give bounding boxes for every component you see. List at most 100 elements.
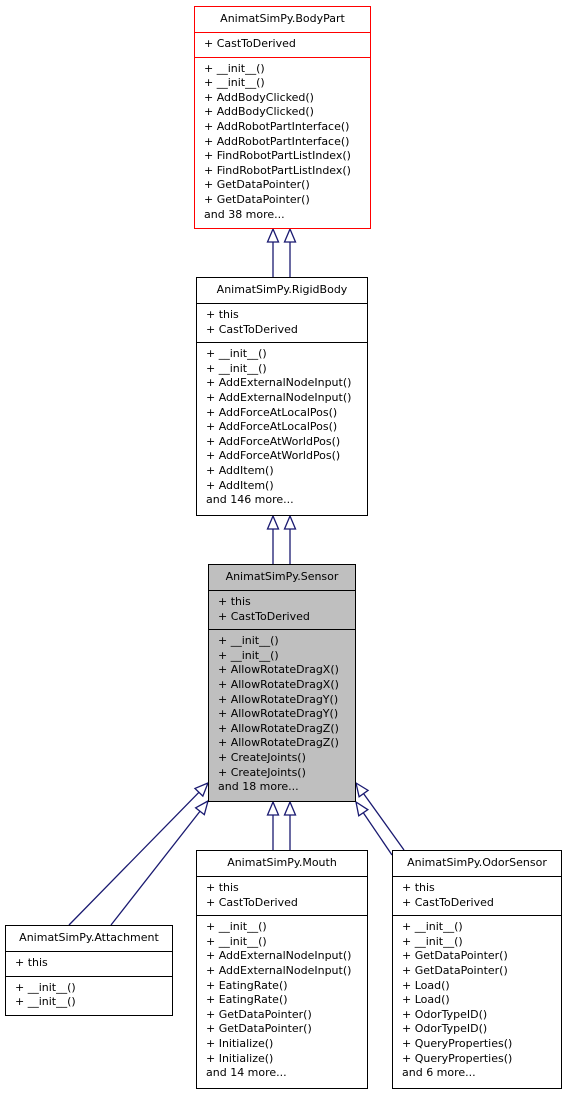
class-node-attachment[interactable]: AnimatSimPy.Attachment + this + __init__… <box>5 925 173 1016</box>
class-methods: + __init__() + __init__() + GetDataPointer… <box>393 915 561 1086</box>
class-member: + CreateJoints() <box>218 765 306 779</box>
class-attributes: + this + CastToDerived <box>209 590 355 629</box>
class-member: + AddItem() <box>206 478 274 492</box>
class-member: + __init__() <box>15 980 76 994</box>
class-member: + AddExternalNodeInput() <box>206 390 352 404</box>
class-member: + AllowRotateDragY() <box>218 707 339 721</box>
class-member: + GetDataPointer() <box>204 192 310 206</box>
class-member: + GetDataPointer() <box>206 1007 312 1021</box>
class-name: AnimatSimPy.Mouth <box>227 856 337 869</box>
class-attributes: + this + CastToDerived <box>197 303 367 342</box>
class-member: + AddRobotPartInterface() <box>204 134 350 148</box>
hollow-arrowhead-icon <box>355 800 370 817</box>
more-members-link[interactable]: and 18 more... <box>218 780 351 795</box>
class-member: + CastToDerived <box>218 609 310 623</box>
class-attributes: + this + CastToDerived <box>393 876 561 915</box>
more-members-link[interactable]: and 6 more... <box>402 1066 557 1081</box>
class-member: + GetDataPointer() <box>206 1022 312 1036</box>
hollow-arrowhead-icon <box>266 800 280 816</box>
class-member: + __init__() <box>206 934 267 948</box>
class-member: + Load() <box>402 978 450 992</box>
class-member: + __init__() <box>218 634 279 648</box>
class-member: + AddExternalNodeInput() <box>206 376 352 390</box>
class-name: AnimatSimPy.Attachment <box>19 931 159 944</box>
class-node-sensor[interactable]: AnimatSimPy.Sensor + this + CastToDerived… <box>208 564 356 802</box>
class-member: + QueryProperties() <box>402 1036 513 1050</box>
class-member: + __init__() <box>15 995 76 1009</box>
inheritance-edge-rigidbody-to-bodypart <box>283 227 297 277</box>
class-member: + EatingRate() <box>206 978 288 992</box>
class-member: + this <box>402 881 435 894</box>
class-member: + __init__() <box>206 347 267 361</box>
class-member: + AddExternalNodeInput() <box>206 963 352 977</box>
class-member: + __init__() <box>402 920 463 934</box>
inheritance-edge-sensor-to-rigidbody <box>283 514 297 564</box>
class-member: + AllowRotateDragZ() <box>218 721 339 735</box>
class-methods: + __init__() + __init__() + AddExternalNod… <box>197 342 367 513</box>
hollow-arrowhead-icon <box>266 514 280 530</box>
hollow-arrowhead-icon <box>355 781 370 798</box>
more-members-link[interactable]: and 146 more... <box>206 493 363 508</box>
class-methods: + __init__() + __init__() + AddBodyClicked… <box>195 56 370 228</box>
class-member: + CastToDerived <box>204 37 296 50</box>
class-node-bodypart[interactable]: AnimatSimPy.BodyPart + CastToDerived + _… <box>194 6 371 229</box>
class-node-rigidbody[interactable]: AnimatSimPy.RigidBody + this + CastToDeri… <box>196 277 368 516</box>
class-member: + GetDataPointer() <box>402 963 508 977</box>
edge-line <box>362 812 393 856</box>
inheritance-edge-mouth-to-sensor <box>283 800 297 850</box>
class-member: + __init__() <box>206 920 267 934</box>
class-member: + AddBodyClicked() <box>204 90 314 104</box>
class-member: + AddRobotPartInterface() <box>204 119 350 133</box>
class-member: + AllowRotateDragX() <box>218 677 339 691</box>
class-attributes: + CastToDerived <box>195 32 370 57</box>
class-member: + __init__() <box>204 61 265 75</box>
class-attributes: + this <box>6 951 172 976</box>
class-member: + GetDataPointer() <box>204 178 310 192</box>
hollow-arrowhead-icon <box>283 514 297 530</box>
class-member: + this <box>15 956 48 969</box>
class-member: + __init__() <box>204 76 265 90</box>
class-member: + AllowRotateDragZ() <box>218 736 339 750</box>
class-member: + GetDataPointer() <box>402 949 508 963</box>
class-node-odorsensor[interactable]: AnimatSimPy.OdorSensor + this + CastToDer… <box>392 850 562 1089</box>
more-members-link[interactable]: and 38 more... <box>204 208 366 223</box>
hollow-arrowhead-icon <box>283 227 297 243</box>
class-methods: + __init__() + __init__() + AllowRotateDra… <box>209 629 355 800</box>
class-name: AnimatSimPy.BodyPart <box>220 12 345 25</box>
class-methods: + __init__() + __init__() + AddExternalNod… <box>197 915 367 1086</box>
class-member: + Initialize() <box>206 1036 274 1050</box>
class-member: + QueryProperties() <box>402 1051 513 1065</box>
class-member: + this <box>218 595 251 608</box>
class-member: + __init__() <box>206 361 267 375</box>
hollow-arrowhead-icon <box>194 799 210 816</box>
class-member: + Initialize() <box>206 1051 274 1065</box>
class-member: + AddForceAtLocalPos() <box>206 405 338 419</box>
class-member: + AllowRotateDragX() <box>218 663 339 677</box>
inheritance-edge-rigidbody-to-bodypart <box>266 227 280 277</box>
class-methods: + __init__() + __init__() <box>6 975 172 1015</box>
class-member: + AddForceAtWorldPos() <box>206 449 341 463</box>
class-member: + AddForceAtLocalPos() <box>206 420 338 434</box>
class-name: AnimatSimPy.OdorSensor <box>407 856 547 869</box>
class-attributes: + this + CastToDerived <box>197 876 367 915</box>
more-members-link[interactable]: and 14 more... <box>206 1066 363 1081</box>
class-member: + Load() <box>402 993 450 1007</box>
class-member: + FindRobotPartListIndex() <box>204 163 351 177</box>
class-member: + __init__() <box>402 934 463 948</box>
hollow-arrowhead-icon <box>283 800 297 816</box>
class-member: + CreateJoints() <box>218 750 306 764</box>
class-name: AnimatSimPy.Sensor <box>225 570 339 583</box>
class-member: + OdorTypeID() <box>402 1007 488 1021</box>
inheritance-edge-attachment-to-sensor <box>110 799 210 926</box>
inheritance-edge-odorsensor-to-sensor <box>355 800 393 856</box>
class-member: + AllowRotateDragY() <box>218 692 339 706</box>
class-member: + CastToDerived <box>206 895 298 909</box>
class-member: + AddItem() <box>206 463 274 477</box>
class-member: + CastToDerived <box>402 895 494 909</box>
hollow-arrowhead-icon <box>266 227 280 243</box>
edge-line <box>68 791 200 926</box>
class-name: AnimatSimPy.RigidBody <box>216 283 348 296</box>
class-node-mouth[interactable]: AnimatSimPy.Mouth + this + CastToDerived … <box>196 850 368 1089</box>
inheritance-edge-attachment-to-sensor <box>68 781 210 926</box>
class-member: + CastToDerived <box>206 322 298 336</box>
